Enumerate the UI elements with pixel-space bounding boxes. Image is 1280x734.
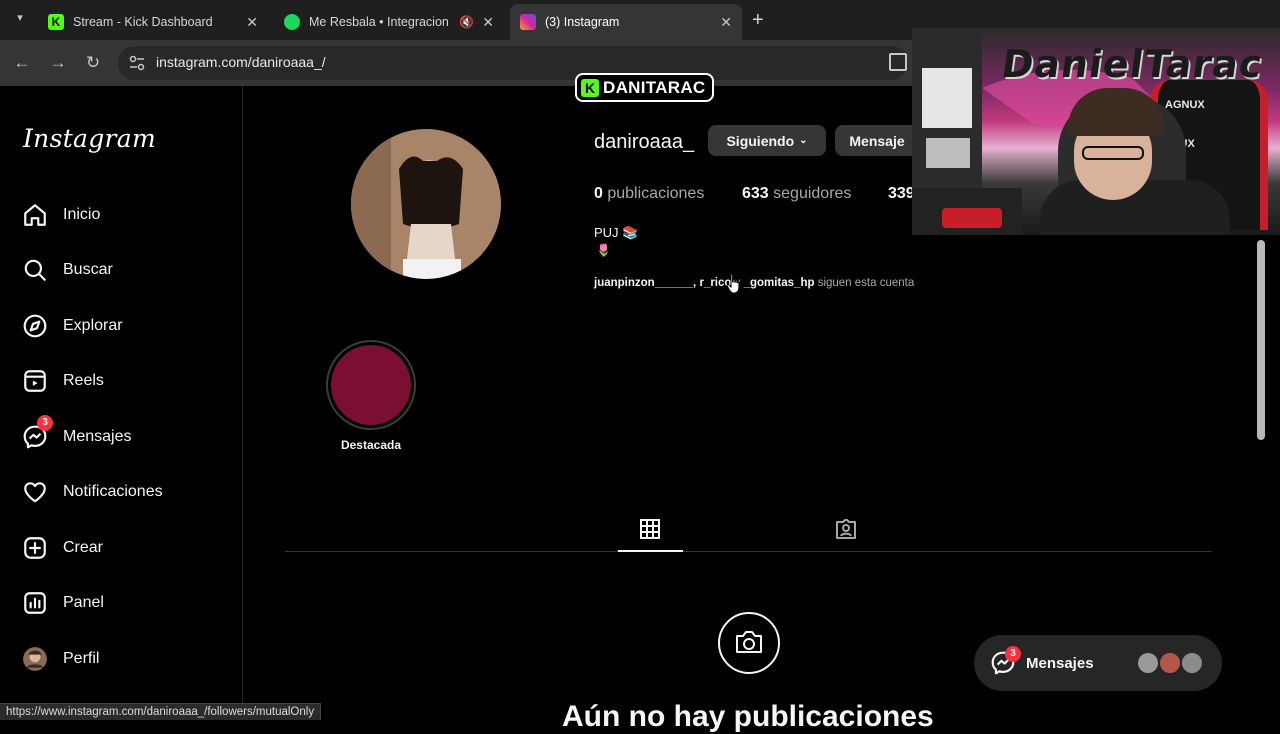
- no-posts-heading: Aún no hay publicaciones: [562, 700, 934, 733]
- avatar: [1180, 651, 1204, 675]
- tab-title: (3) Instagram: [545, 15, 620, 29]
- sidebar-item-label: Mensajes: [63, 428, 132, 445]
- profile-username: daniroaaa_: [594, 131, 695, 153]
- close-tab-icon[interactable]: ✕: [246, 14, 258, 31]
- story-highlight-cover: [331, 345, 411, 425]
- sidebar-item-reels[interactable]: Reels: [22, 365, 104, 397]
- followers-count: 633: [742, 185, 769, 202]
- posts-count: 0: [594, 185, 603, 202]
- spotify-favicon-icon: [284, 14, 300, 30]
- sidebar-item-label: Inicio: [63, 206, 101, 223]
- url-text[interactable]: instagram.com/daniroaaa_/: [156, 54, 326, 70]
- instagram-favicon-icon: [520, 14, 536, 30]
- muted-audio-icon[interactable]: 🔇: [459, 15, 474, 29]
- mutual-last-name: _gomitas_hp: [743, 277, 815, 289]
- browser-tab-spotify[interactable]: Me Resbala • Integracion C 🔇 ✕: [274, 4, 504, 40]
- message-button[interactable]: Mensaje: [835, 125, 919, 156]
- avatar: [1136, 651, 1160, 675]
- following-button[interactable]: Siguiendo ⌄: [708, 125, 826, 156]
- posts-stat: 0 publicaciones: [594, 185, 704, 203]
- tab-posts[interactable]: [638, 517, 662, 541]
- camera-empty-state: [718, 612, 780, 674]
- story-highlight-label: Destacada: [340, 438, 402, 452]
- following-stat[interactable]: 339: [888, 185, 915, 203]
- messages-float-badge: 3: [1005, 646, 1021, 662]
- close-tab-icon[interactable]: ✕: [482, 14, 494, 31]
- sidebar-item-label: Perfil: [63, 650, 100, 667]
- content-tabs-divider: [285, 551, 1212, 552]
- new-tab-button[interactable]: +: [752, 9, 764, 32]
- streamer-name: DANITARAC: [603, 77, 706, 97]
- sidebar-item-crear[interactable]: Crear: [22, 532, 103, 564]
- mutual-names: juanpinzon______, r_rico: [594, 277, 732, 289]
- site-settings-icon[interactable]: [128, 54, 146, 72]
- sidebar-item-label: Notificaciones: [63, 483, 163, 500]
- heart-icon: [24, 482, 46, 503]
- hand-cursor-icon: [726, 273, 740, 294]
- glasses: [1082, 146, 1144, 160]
- reels-icon: [24, 370, 46, 392]
- home-icon: [24, 204, 46, 226]
- bio-line: 🌷: [596, 243, 611, 257]
- sidebar-item-notificaciones[interactable]: Notificaciones: [22, 476, 163, 508]
- chart-icon: [24, 592, 46, 614]
- posts-label: publicaciones: [607, 185, 705, 202]
- mutual-followers-link[interactable]: juanpinzon______, r_rico y _gomitas_hp s…: [594, 277, 914, 289]
- search-icon: [24, 259, 46, 281]
- sidebar-item-label: Buscar: [63, 261, 113, 278]
- sidebar-item-mensajes[interactable]: 3 Mensajes: [22, 415, 132, 453]
- grid-icon: [640, 519, 660, 539]
- browser-tab-instagram[interactable]: (3) Instagram ✕: [510, 4, 742, 40]
- sidebar-item-label: Panel: [63, 594, 104, 611]
- messages-float-label: Mensajes: [1026, 655, 1094, 672]
- tab-tagged[interactable]: [834, 517, 858, 541]
- avatar-icon: [23, 647, 47, 671]
- sidebar: [0, 86, 243, 720]
- sidebar-item-perfil[interactable]: Perfil: [22, 643, 99, 675]
- tab-title: Me Resbala • Integracion C: [309, 15, 454, 29]
- plus-square-icon: [24, 537, 46, 559]
- avatar: [1158, 651, 1182, 675]
- chair-brand: AGNUX: [1165, 99, 1205, 111]
- unread-badge: 3: [37, 415, 53, 431]
- profile-avatar[interactable]: [351, 129, 501, 279]
- sidebar-item-inicio[interactable]: Inicio: [22, 199, 100, 231]
- active-tab-indicator: [618, 550, 683, 552]
- sidebar-item-buscar[interactable]: Buscar: [22, 254, 113, 286]
- status-bar-link: https://www.instagram.com/daniroaaa_/fol…: [0, 703, 322, 720]
- tagged-user-icon: [836, 519, 856, 539]
- kick-favicon-icon: K: [48, 14, 64, 30]
- followers-label: seguidores: [773, 185, 852, 202]
- compass-icon: [23, 314, 47, 338]
- cast-icon[interactable]: [889, 53, 907, 71]
- tab-search-button[interactable]: ▾: [10, 11, 30, 29]
- followers-stat[interactable]: 633 seguidores: [742, 185, 851, 203]
- kick-logo-icon: K: [581, 78, 599, 97]
- streamer-tag: K DANITARAC: [575, 73, 715, 102]
- sidebar-item-panel[interactable]: Panel: [22, 587, 104, 619]
- browser-tab-kick[interactable]: K Stream - Kick Dashboard ✕: [38, 4, 268, 40]
- camera-icon: [736, 631, 762, 653]
- instagram-logo[interactable]: Instagram: [23, 124, 156, 153]
- following-count: 339: [888, 185, 915, 202]
- sidebar-item-label: Reels: [63, 372, 104, 389]
- sidebar-item-label: Crear: [63, 539, 104, 556]
- following-button-label: Siguiendo: [726, 132, 795, 149]
- sidebar-item-label: Explorar: [63, 317, 123, 334]
- chevron-down-icon: ⌄: [799, 135, 808, 146]
- profile-photo: [351, 129, 501, 279]
- page-scrollbar[interactable]: [1257, 240, 1265, 440]
- tab-title: Stream - Kick Dashboard: [73, 15, 213, 29]
- back-arrow-icon[interactable]: ←: [11, 52, 33, 74]
- reload-icon[interactable]: ↻: [82, 52, 104, 74]
- mutual-suffix: siguen esta cuenta: [814, 277, 915, 289]
- close-tab-icon[interactable]: ✕: [720, 14, 732, 31]
- bio-line: PUJ 📚: [594, 225, 639, 240]
- forward-arrow-icon[interactable]: →: [47, 52, 69, 74]
- sidebar-item-explorar[interactable]: Explorar: [22, 310, 123, 342]
